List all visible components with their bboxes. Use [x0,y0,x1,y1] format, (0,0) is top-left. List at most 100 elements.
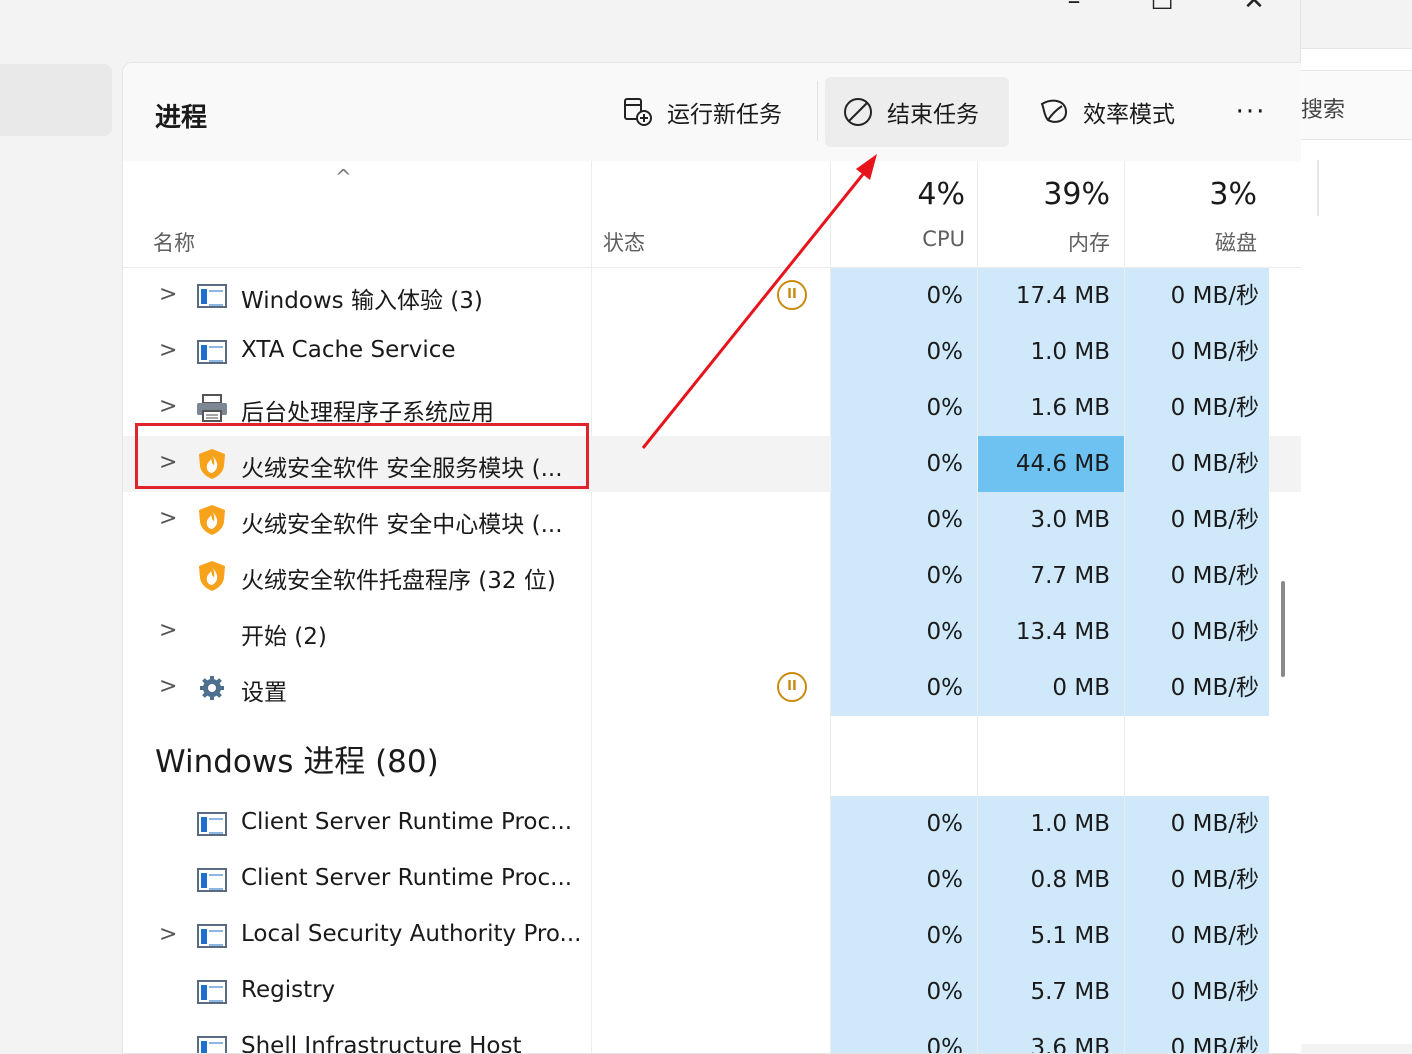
memory-cell: 0.8 MB [978,852,1124,908]
memory-cell: 13.4 MB [978,604,1124,660]
app-window-icon [195,864,229,896]
page-title: 进程 [155,103,208,133]
process-name: 火绒安全软件 安全中心模块 (... [241,512,563,538]
table-row[interactable]: > Local Security Authority Pro... 0% 5.1 MB… [123,908,1301,964]
chevron-right-icon[interactable]: > [159,922,177,947]
cpu-cell: 0% [831,660,977,716]
disk-cell: 0 MB/秒 [1125,852,1269,908]
memory-cell: 17.4 MB [978,268,1124,324]
cpu-cell: 0% [831,436,977,492]
gear-icon [195,672,229,704]
more-icon: ··· [1235,97,1267,127]
cpu-cell: 0% [831,324,977,380]
nav-selected-item[interactable] [0,64,112,136]
maximize-button[interactable]: ☐ [1132,0,1192,16]
app-window-icon [195,1032,229,1053]
cpu-cell: 0% [831,1020,977,1053]
chevron-right-icon[interactable]: > [159,506,177,531]
column-header-disk[interactable]: 磁盘 [1125,227,1257,257]
cpu-cell: 0% [831,796,977,852]
chevron-right-icon[interactable]: > [159,618,177,643]
disk-cell: 0 MB/秒 [1125,548,1269,604]
process-name: Registry [241,977,336,1003]
table-row[interactable]: Client Server Runtime Proc... 0% 1.0 MB 0 M… [123,796,1301,852]
minimize-button[interactable]: – [1044,0,1104,16]
run-new-task-button[interactable]: 运行新任务 [613,77,790,147]
background-window: 搜索 [1300,0,1412,1044]
memory-cell: 3.0 MB [978,492,1124,548]
chevron-right-icon[interactable]: > [159,674,177,699]
efficiency-mode-label: 效率模式 [1083,102,1175,128]
process-name: 开始 (2) [241,624,327,650]
disk-cell: 0 MB/秒 [1125,324,1269,380]
table-row[interactable]: > 火绒安全软件 安全中心模块 (... 0% 3.0 MB 0 MB/秒 [123,492,1301,548]
table-row[interactable]: > 开始 (2) 0% 13.4 MB 0 MB/秒 [123,604,1301,660]
toolbar: 进程 运行新任务 结束任务 效率模式 ··· [123,63,1301,162]
toolbar-divider [817,81,818,141]
end-task-button[interactable]: 结束任务 [825,77,1009,147]
memory-cell: 1.0 MB [978,324,1124,380]
paused-status-icon: II [777,672,807,702]
disk-total-percent[interactable]: 3% [1125,177,1257,212]
more-options-button[interactable]: ··· [1221,77,1281,147]
disk-cell: 0 MB/秒 [1125,964,1269,1020]
column-header-memory[interactable]: 内存 [978,227,1110,257]
disk-cell: 0 MB/秒 [1125,908,1269,964]
table-row[interactable]: 火绒安全软件托盘程序 (32 位) 0% 7.7 MB 0 MB/秒 [123,548,1301,604]
group-title-windows-processes: Windows 进程 (80) [155,744,439,780]
app-window-icon [195,336,229,368]
process-name: 设置 [241,680,287,706]
scrollbar-thumb[interactable] [1281,581,1285,677]
table-row[interactable]: Shell Infrastructure Host 0% 3.6 MB 0 MB/秒 [123,1020,1301,1053]
process-name: Local Security Authority Pro... [241,921,582,947]
table-row[interactable]: > Windows 输入体验 (3) II 0% 17.4 MB 0 MB/秒 [123,268,1301,324]
huorong-shield-icon [195,504,229,536]
process-name: 火绒安全软件托盘程序 (32 位) [241,568,556,594]
app-window-icon [195,280,229,312]
cpu-cell: 0% [831,852,977,908]
process-name: Client Server Runtime Proc... [241,865,573,891]
column-header-status[interactable]: 状态 [603,227,645,257]
process-name: 后台处理程序子系统应用 [241,400,494,426]
disk-cell: 0 MB/秒 [1125,436,1269,492]
process-name: Client Server Runtime Proc... [241,809,573,835]
chevron-right-icon[interactable]: > [159,394,177,419]
cpu-cell: 0% [831,548,977,604]
disk-cell: 0 MB/秒 [1125,1020,1269,1053]
table-row[interactable]: > XTA Cache Service 0% 1.0 MB 0 MB/秒 [123,324,1301,380]
cpu-cell: 0% [831,908,977,964]
run-task-icon [621,95,655,129]
memory-total-percent[interactable]: 39% [978,177,1110,212]
disk-cell: 0 MB/秒 [1125,492,1269,548]
cpu-cell: 0% [831,964,977,1020]
memory-cell: 1.0 MB [978,796,1124,852]
paused-status-icon: II [777,280,807,310]
table-row[interactable]: Registry 0% 5.7 MB 0 MB/秒 [123,964,1301,1020]
printer-icon [195,392,229,424]
memory-cell: 44.6 MB [978,436,1124,492]
efficiency-mode-button[interactable]: 效率模式 [1029,77,1183,147]
annotation-highlight-box [135,423,589,489]
run-new-task-label: 运行新任务 [667,102,782,128]
disk-cell: 0 MB/秒 [1125,660,1269,716]
memory-cell: 5.7 MB [978,964,1124,1020]
disk-cell: 0 MB/秒 [1125,604,1269,660]
chevron-right-icon[interactable]: > [159,338,177,363]
huorong-shield-icon [195,560,229,592]
table-row[interactable]: Client Server Runtime Proc... 0% 0.8 MB 0 M… [123,852,1301,908]
close-button[interactable]: ✕ [1224,0,1284,16]
column-header-cpu[interactable]: CPU [831,227,965,251]
process-name: XTA Cache Service [241,337,456,363]
memory-cell: 5.1 MB [978,908,1124,964]
disk-cell: 0 MB/秒 [1125,268,1269,324]
background-window-titlebar [1301,0,1412,49]
cpu-cell: 0% [831,604,977,660]
chevron-right-icon[interactable]: > [159,282,177,307]
cpu-cell: 0% [831,268,977,324]
cpu-total-percent[interactable]: 4% [831,177,965,212]
table-row[interactable]: > 设置 II 0% 0 MB 0 MB/秒 [123,660,1301,716]
column-header-name[interactable]: 名称 [153,227,195,257]
divider [1317,160,1319,216]
process-name: Windows 输入体验 (3) [241,288,483,314]
cpu-cell: 0% [831,380,977,436]
